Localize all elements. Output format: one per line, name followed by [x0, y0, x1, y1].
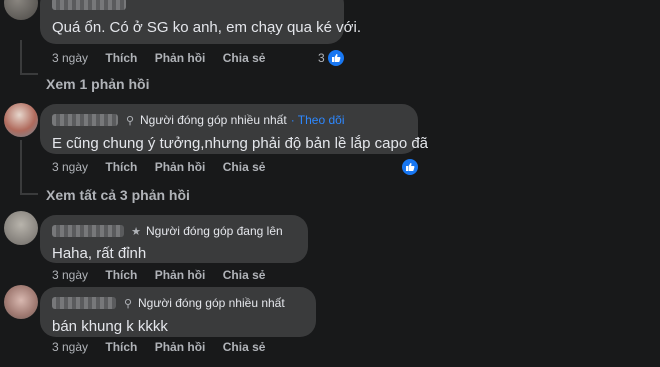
commenter-name-row: ⚲ Người đóng góp nhiều nhất [52, 293, 304, 313]
comment-text: Haha, rất đỉnh [52, 245, 147, 262]
avatar[interactable] [4, 211, 38, 245]
comment-text: bán khung k kkkk [52, 318, 168, 335]
comment-bubble: ★ Người đóng góp đang lên Haha, rất đỉnh [40, 215, 308, 263]
contributor-badge: ⚲ Người đóng góp nhiều nhất [122, 296, 285, 310]
contributor-icon: ⚲ [123, 297, 133, 310]
comment-bubble: ⚲ Người đóng góp nhiều nhất bán khung k … [40, 287, 316, 337]
comment-actions: 3 ngày Thích Phản hồi Chia sẻ [52, 268, 279, 282]
contributor-badge: ⚲ Người đóng góp nhiều nhất [124, 113, 287, 127]
like-icon [327, 50, 344, 66]
comment-text: Quá ổn. Có ở SG ko anh, em chạy qua ké v… [52, 19, 361, 36]
share-button[interactable]: Chia sẻ [223, 160, 266, 174]
view-replies-link[interactable]: Xem tất cả 3 phản hồi [46, 187, 190, 203]
share-button[interactable]: Chia sẻ [223, 51, 266, 65]
badge-label: Người đóng góp đang lên [146, 224, 283, 238]
thread-line [20, 140, 22, 194]
comment-actions: 3 ngày Thích Phản hồi Chia sẻ [52, 51, 279, 65]
commenter-name-redacted[interactable] [52, 114, 118, 126]
commenter-name-row: ★ Người đóng góp đang lên [52, 221, 296, 241]
comment-actions: 3 ngày Thích Phản hồi Chia sẻ [52, 340, 279, 354]
comment-bubble: Quá ổn. Có ở SG ko anh, em chạy qua ké v… [40, 0, 361, 44]
like-icon [402, 159, 418, 175]
reaction-count: 3 [318, 51, 325, 65]
comment-bubble: ⚲ Người đóng góp nhiều nhất · Theo dõi E… [40, 104, 429, 154]
avatar[interactable] [4, 103, 38, 137]
badge-label: Người đóng góp nhiều nhất [138, 296, 285, 310]
view-replies-link[interactable]: Xem 1 phản hồi [46, 76, 149, 92]
reply-button[interactable]: Phản hồi [155, 160, 206, 174]
like-button[interactable]: Thích [105, 51, 137, 65]
thread-line-curve [20, 73, 38, 75]
reaction-summary[interactable]: 3 [318, 50, 344, 66]
comment-timestamp[interactable]: 3 ngày [52, 268, 88, 282]
comment-timestamp[interactable]: 3 ngày [52, 51, 88, 65]
commenter-name-redacted[interactable] [52, 0, 126, 10]
like-button[interactable]: Thích [105, 340, 137, 354]
commenter-name-row: ⚲ Người đóng góp nhiều nhất · Theo dõi [52, 110, 406, 130]
star-icon: ★ [131, 225, 141, 238]
rising-contributor-badge: ★ Người đóng góp đang lên [130, 224, 283, 238]
reply-button[interactable]: Phản hồi [155, 51, 206, 65]
share-button[interactable]: Chia sẻ [223, 268, 266, 282]
share-button[interactable]: Chia sẻ [223, 340, 266, 354]
thread-line-curve [20, 193, 38, 195]
reply-button[interactable]: Phản hồi [155, 268, 206, 282]
badge-label: Người đóng góp nhiều nhất [140, 113, 287, 127]
thread-line [20, 40, 22, 74]
like-button[interactable]: Thích [105, 268, 137, 282]
avatar[interactable] [4, 285, 38, 319]
contributor-icon: ⚲ [125, 114, 135, 127]
comment-actions: 3 ngày Thích Phản hồi Chia sẻ [52, 160, 279, 174]
reaction-summary[interactable] [399, 159, 418, 175]
comment-timestamp[interactable]: 3 ngày [52, 160, 88, 174]
commenter-name-row [52, 0, 332, 14]
comment-timestamp[interactable]: 3 ngày [52, 340, 88, 354]
avatar[interactable] [4, 0, 38, 20]
like-button[interactable]: Thích [105, 160, 137, 174]
commenter-name-redacted[interactable] [52, 297, 116, 309]
comment-text: E cũng chung ý tưởng,nhưng phải độ bản l… [52, 135, 429, 152]
follow-button[interactable]: · Theo dõi [291, 113, 345, 127]
reply-button[interactable]: Phản hồi [155, 340, 206, 354]
commenter-name-redacted[interactable] [52, 225, 124, 237]
